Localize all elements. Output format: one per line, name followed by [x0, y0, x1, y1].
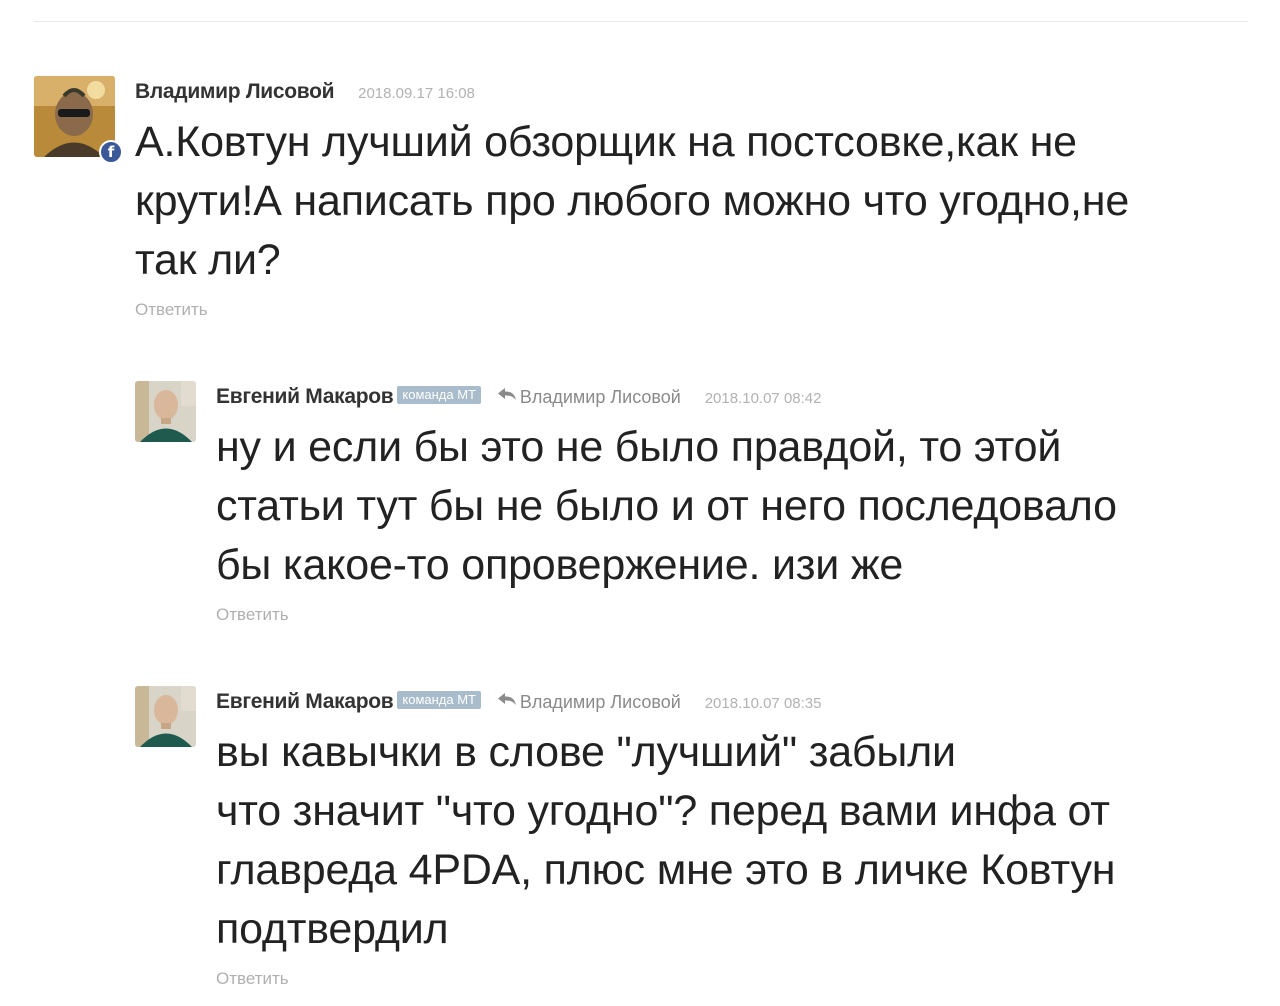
team-badge: команда МТ — [397, 386, 481, 405]
comment-text: вы кавычки в слове "лучший" забыли что з… — [216, 728, 1116, 953]
comment-author[interactable]: Владимир Лисовой — [135, 80, 335, 103]
comment-author[interactable]: Евгений Макаров — [216, 690, 394, 713]
comment-text: А.Ковтун лучший обзорщик на постсовке,ка… — [135, 118, 1130, 284]
reply-button[interactable]: Ответить — [216, 605, 1256, 625]
comment-date: 2018.10.07 08:42 — [704, 390, 822, 407]
reply-arrow-icon — [497, 686, 517, 714]
team-badge: команда МТ — [397, 691, 481, 710]
reply-button[interactable]: Ответить — [216, 969, 1256, 989]
comment-date: 2018.09.17 16:08 — [358, 85, 475, 102]
comment-date: 2018.10.07 08:35 — [704, 695, 822, 712]
reply-to-author[interactable]: Владимир Лисовой — [520, 387, 681, 407]
facebook-icon: f — [99, 140, 123, 164]
top-divider — [34, 21, 1248, 22]
avatar[interactable] — [135, 381, 196, 442]
comment-text: ну и если бы это не было правдой, то это… — [216, 423, 1117, 589]
reply-arrow-icon — [497, 381, 517, 409]
reply-button[interactable]: Ответить — [135, 300, 1235, 320]
avatar[interactable] — [135, 686, 196, 747]
comment-author[interactable]: Евгений Макаров — [216, 385, 394, 408]
reply-to-author[interactable]: Владимир Лисовой — [520, 692, 681, 712]
